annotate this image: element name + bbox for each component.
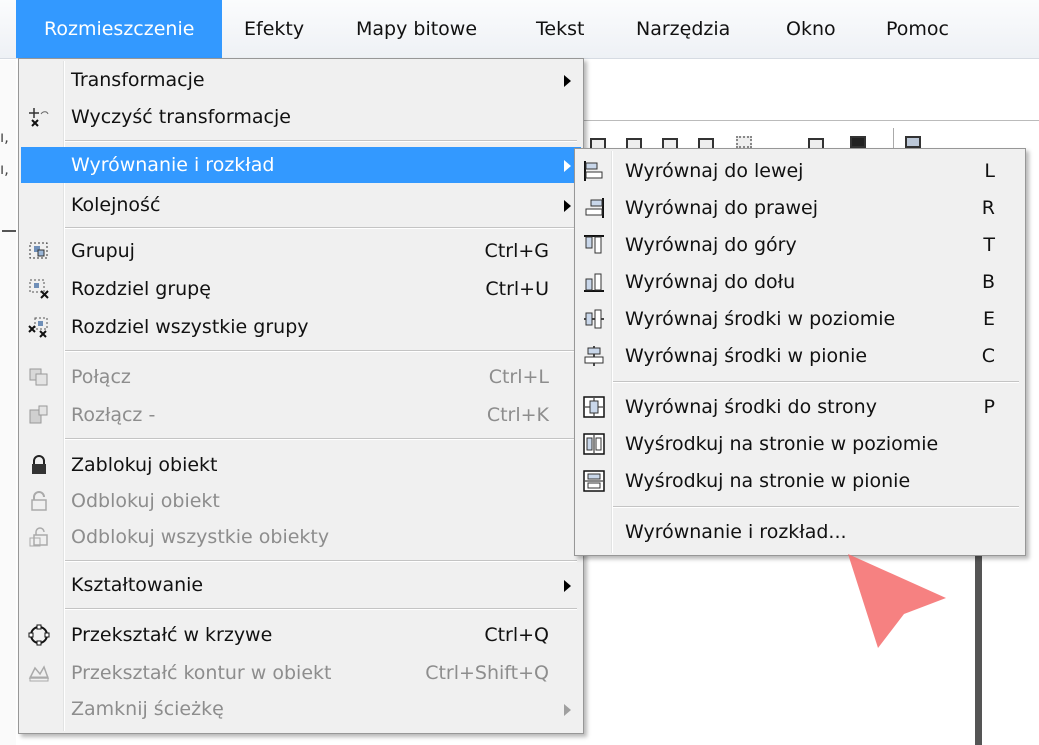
menu-item-kolejnosc[interactable]: Kolejność: [21, 187, 581, 223]
menu-separator: [65, 560, 577, 562]
break-apart-icon: [28, 404, 50, 426]
menu-item-wyczysc-transformacje[interactable]: Wyczyść transformacje: [21, 99, 581, 135]
unlock-icon: [28, 490, 50, 512]
menu-okno[interactable]: Okno: [772, 0, 850, 58]
ungroup-icon: [28, 278, 50, 300]
align-left-icon: [583, 160, 605, 182]
clear-transform-icon: [28, 106, 50, 128]
menu-bar: Rozmieszczenie Efekty Mapy bitowe Tekst …: [0, 0, 1039, 59]
toolbar-divider: [578, 120, 1039, 121]
pointer-arrow-icon: [848, 554, 946, 648]
submenu-item-align-top[interactable]: Wyrównaj do góry T: [577, 227, 1023, 263]
unlock-all-icon: [28, 526, 50, 548]
combine-icon: [28, 366, 50, 388]
toolbar-icon[interactable]: [850, 136, 866, 148]
align-bottom-icon: [583, 271, 605, 293]
menu-narzedzia[interactable]: Narzędzia: [622, 0, 744, 58]
toolbar-icon[interactable]: [905, 136, 921, 148]
menu-separator: [65, 227, 577, 229]
submenu-item-align-page-center[interactable]: Wyrównaj środki do strony P: [577, 389, 1023, 425]
submenu-item-align-center-horizontal[interactable]: Wyrównaj środki w poziomie E: [577, 301, 1023, 337]
submenu-item-align-right[interactable]: Wyrównaj do prawej R: [577, 190, 1023, 226]
menu-item-grupuj[interactable]: Grupuj Ctrl+G: [21, 233, 581, 269]
menu-mapy-bitowe[interactable]: Mapy bitowe: [342, 0, 491, 58]
submenu-item-align-bottom[interactable]: Wyrównaj do dołu B: [577, 264, 1023, 300]
ruler-fragment: ı,: [0, 160, 9, 178]
submenu-item-center-page-horizontal[interactable]: Wyśrodkuj na stronie w poziomie: [577, 426, 1023, 462]
menu-item-transformacje[interactable]: Transformacje: [21, 62, 581, 98]
menu-item-przeksztalc-w-krzywe[interactable]: Przekształć w krzywe Ctrl+Q: [21, 617, 581, 653]
submenu-arrow-icon: [564, 704, 571, 716]
center-page-horizontal-icon: [583, 433, 605, 455]
lock-icon: [28, 454, 50, 476]
submenu-arrow-icon: [564, 580, 571, 592]
submenu-arrow-icon: [564, 200, 571, 212]
submenu-item-center-page-vertical[interactable]: Wyśrodkuj na stronie w pionie: [577, 463, 1023, 499]
align-top-icon: [583, 234, 605, 256]
ruler-tick: [2, 230, 16, 232]
convert-to-curves-icon: [28, 624, 50, 646]
menu-separator: [65, 350, 577, 352]
menu-pomoc[interactable]: Pomoc: [872, 0, 963, 58]
menu-item-rozdziel-wszystkie-grupy[interactable]: Rozdziel wszystkie grupy: [21, 309, 581, 345]
menu-item-rozdziel-grupe[interactable]: Rozdziel grupę Ctrl+U: [21, 271, 581, 307]
page-border: [975, 550, 982, 745]
menu-separator: [613, 506, 1019, 508]
align-page-center-icon: [583, 396, 605, 418]
menu-item-wyrownanie-i-rozklad[interactable]: Wyrównanie i rozkład: [21, 147, 581, 183]
rozmieszczenie-menu: Transformacje Wyczyść transformacje Wyró…: [18, 58, 584, 734]
submenu-item-align-and-distribute-dialog[interactable]: Wyrównanie i rozkład...: [577, 514, 1023, 550]
wyrownanie-submenu: Wyrównaj do lewej L Wyrównaj do prawej R…: [574, 148, 1026, 556]
menu-item-odblokuj-obiekt[interactable]: Odblokuj obiekt: [21, 483, 581, 519]
menu-item-zablokuj-obiekt[interactable]: Zablokuj obiekt: [21, 447, 581, 483]
menu-item-zamknij-sciezke[interactable]: Zamknij ścieżkę: [21, 691, 581, 727]
menu-item-rozlacz[interactable]: Rozłącz - Ctrl+K: [21, 397, 581, 433]
submenu-item-align-center-vertical[interactable]: Wyrównaj środki w pionie C: [577, 338, 1023, 374]
group-icon: [28, 240, 50, 262]
align-center-horizontal-icon: [583, 308, 605, 330]
outline-to-object-icon: [28, 662, 50, 684]
submenu-arrow-icon: [564, 75, 571, 87]
menu-item-przeksztalc-kontur-w-obiekt[interactable]: Przekształć kontur w obiekt Ctrl+Shift+Q: [21, 655, 581, 691]
align-center-vertical-icon: [583, 345, 605, 367]
menu-separator: [613, 381, 1019, 383]
menu-separator: [65, 608, 577, 610]
submenu-item-align-left[interactable]: Wyrównaj do lewej L: [577, 153, 1023, 189]
center-page-vertical-icon: [583, 470, 605, 492]
menu-item-polacz[interactable]: Połącz Ctrl+L: [21, 359, 581, 395]
ruler-fragment: ı,: [0, 128, 9, 146]
menu-tekst[interactable]: Tekst: [522, 0, 598, 58]
toolbar-icon[interactable]: [736, 136, 752, 148]
align-right-icon: [583, 197, 605, 219]
menu-efekty[interactable]: Efekty: [230, 0, 318, 58]
ungroup-all-icon: [28, 316, 50, 338]
menu-item-ksztaltowanie[interactable]: Kształtowanie: [21, 567, 581, 603]
menu-separator: [65, 438, 577, 440]
submenu-arrow-icon: [564, 160, 571, 172]
menu-rozmieszczenie[interactable]: Rozmieszczenie: [16, 0, 223, 58]
menu-separator: [65, 140, 577, 142]
menu-item-odblokuj-wszystkie-obiekty[interactable]: Odblokuj wszystkie obiekty: [21, 519, 581, 555]
